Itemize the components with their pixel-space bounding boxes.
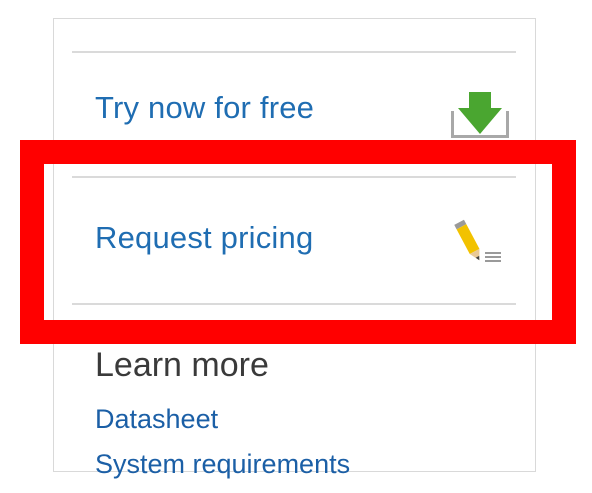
pencil-document-icon[interactable] bbox=[453, 216, 505, 268]
divider-bottom bbox=[72, 303, 516, 305]
request-pricing-link[interactable]: Request pricing bbox=[95, 220, 313, 256]
download-arrow-icon[interactable] bbox=[451, 90, 511, 140]
system-requirements-link[interactable]: System requirements bbox=[95, 449, 350, 480]
divider-top bbox=[72, 51, 516, 53]
try-now-for-free-link[interactable]: Try now for free bbox=[95, 90, 314, 126]
datasheet-link[interactable]: Datasheet bbox=[95, 404, 218, 435]
learn-more-heading: Learn more bbox=[95, 346, 269, 384]
divider-middle bbox=[72, 176, 516, 178]
